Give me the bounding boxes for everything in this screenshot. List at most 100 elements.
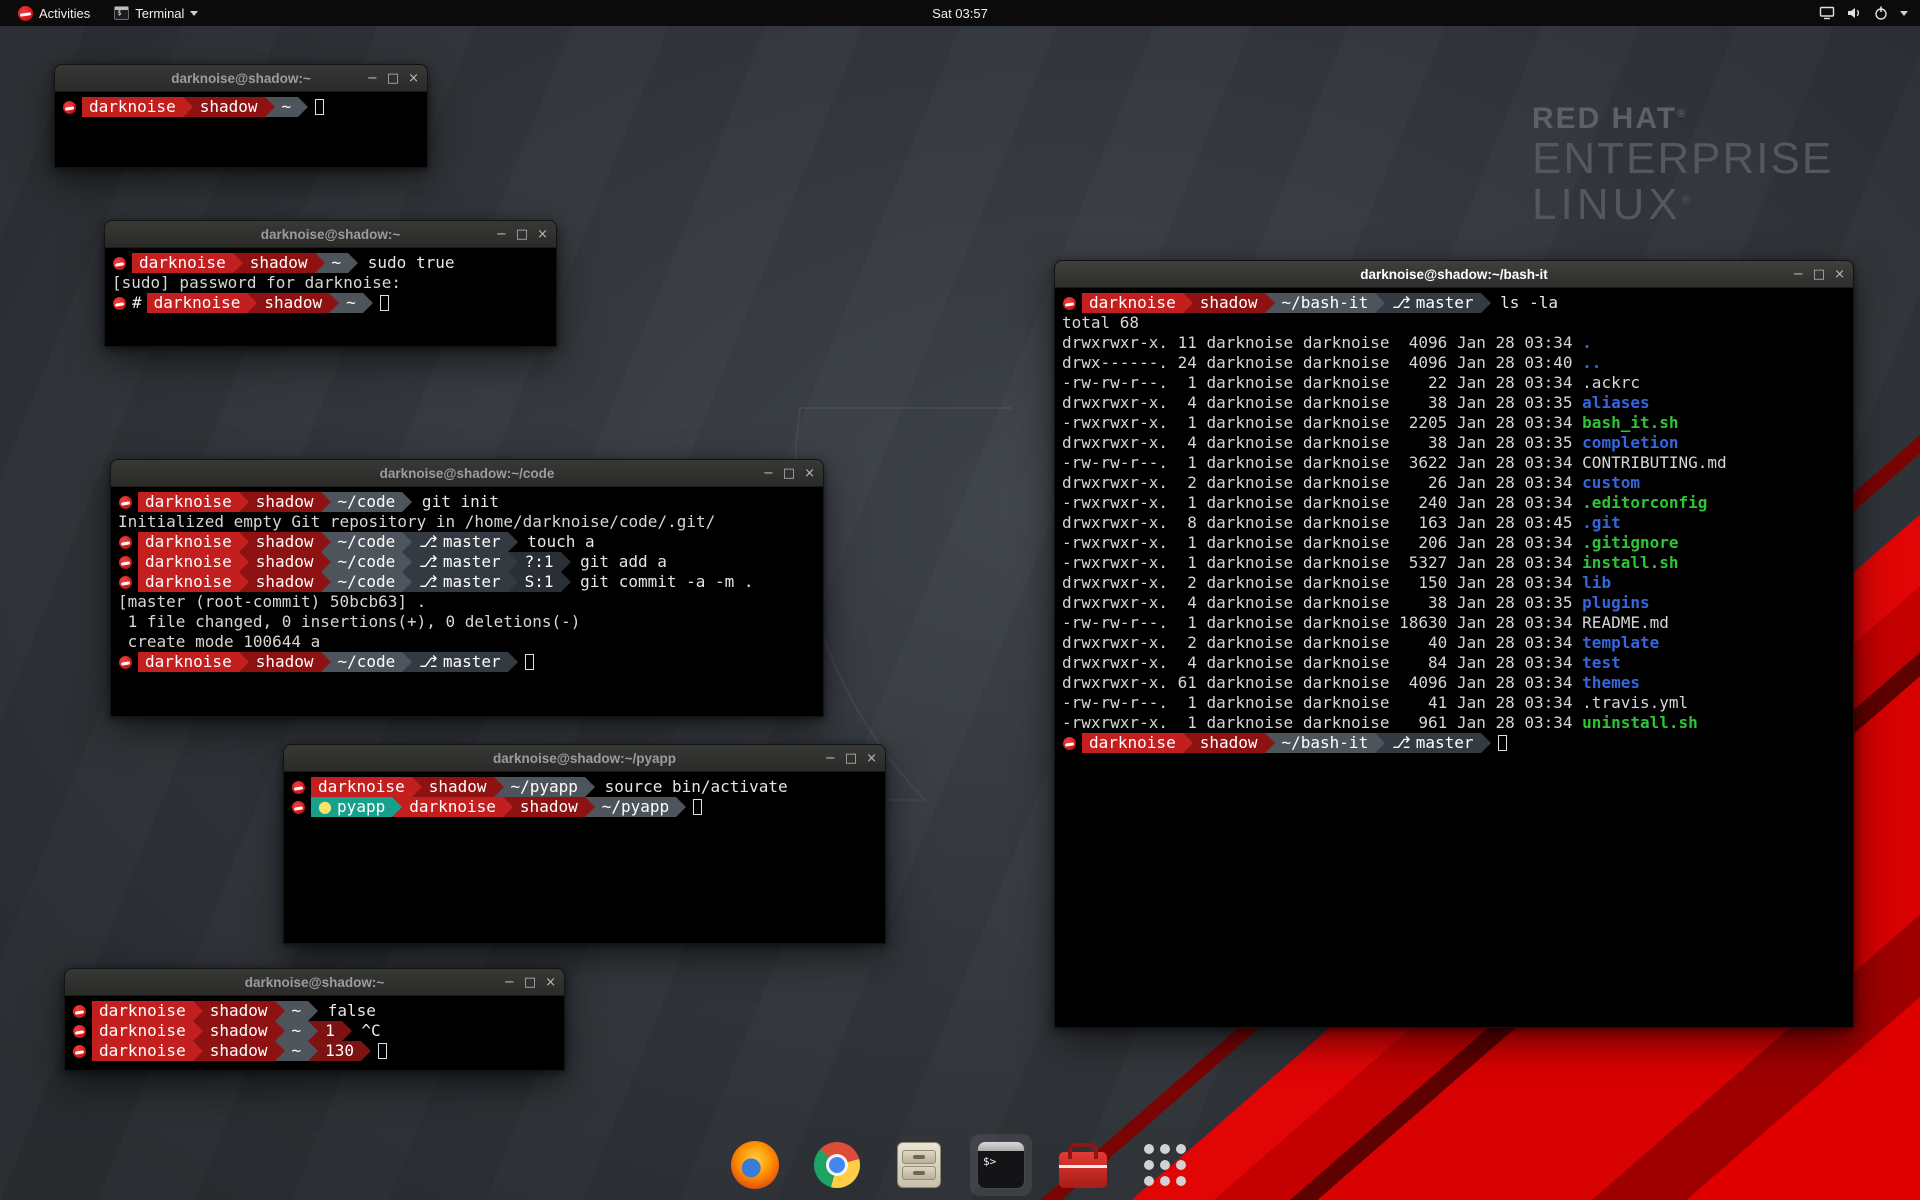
prompt-line: darknoiseshadow~/code⎇ masterS:1 git com… xyxy=(118,572,823,592)
dock-item-chrome[interactable] xyxy=(806,1134,868,1196)
close-button[interactable]: × xyxy=(545,976,556,989)
file-name: .git xyxy=(1582,513,1621,533)
display-icon xyxy=(1819,5,1835,21)
prompt-segment-path: ~/code xyxy=(331,492,403,512)
powerline-arrow xyxy=(585,797,595,817)
prompt-segment-user: darknoise xyxy=(402,797,503,817)
prompt-segment-host: shadow xyxy=(249,552,321,572)
redhat-prompt-icon xyxy=(1063,737,1076,750)
file-name: .gitignore xyxy=(1582,533,1678,553)
file-name: .travis.yml xyxy=(1582,693,1688,713)
dock-item-show-applications[interactable] xyxy=(1134,1134,1196,1196)
prompt-line: darknoiseshadow~1 ^C xyxy=(72,1021,564,1041)
rhel-logo-line1: RED HAT® xyxy=(1532,102,1833,136)
powerline-arrow xyxy=(275,1041,285,1061)
maximize-button[interactable]: □ xyxy=(783,467,795,480)
powerline-arrow xyxy=(239,572,249,592)
prompt-segment-user: darknoise xyxy=(138,652,239,672)
minimize-button[interactable]: − xyxy=(367,72,378,85)
powerline-arrow xyxy=(315,253,325,273)
clock[interactable]: Sat 03:57 xyxy=(922,0,998,26)
terminal-window: darknoise@shadow:~ − □ × darknoiseshadow… xyxy=(54,64,428,168)
close-button[interactable]: × xyxy=(408,72,419,85)
close-button[interactable]: × xyxy=(866,752,877,765)
rhel-logo-line3: LINUX® xyxy=(1532,182,1833,228)
close-button[interactable]: × xyxy=(537,228,548,241)
terminal-content[interactable]: darknoiseshadow~ falsedarknoiseshadow~1 … xyxy=(65,996,564,1061)
app-menu[interactable]: Terminal xyxy=(104,0,208,26)
prompt-segment-host: shadow xyxy=(249,492,321,512)
close-button[interactable]: × xyxy=(1834,268,1845,281)
file-name: completion xyxy=(1582,433,1678,453)
window-titlebar[interactable]: darknoise@shadow:~ − □ × xyxy=(105,221,556,248)
powerline-arrow xyxy=(402,492,412,512)
file-list-row: drwxrwxr-x. 8 darknoise darknoise 163 Ja… xyxy=(1062,513,1853,533)
powerline-arrow xyxy=(1375,733,1385,753)
window-titlebar[interactable]: darknoise@shadow:~ − □ × xyxy=(55,65,427,92)
prompt-segment-git: ⎇ master xyxy=(412,552,507,572)
prompt-segment-git: ⎇ master xyxy=(412,652,507,672)
terminal-content[interactable]: darknoiseshadow~/code git initInitialize… xyxy=(111,487,823,672)
powerline-arrow xyxy=(247,293,257,313)
powerline-arrow xyxy=(676,797,686,817)
minimize-button[interactable]: − xyxy=(825,752,836,765)
git-branch-icon: ⎇ xyxy=(419,532,443,551)
maximize-button[interactable]: □ xyxy=(387,72,399,85)
chrome-icon xyxy=(814,1142,860,1188)
prompt-segment-user: darknoise xyxy=(138,532,239,552)
prompt-segment-host: shadow xyxy=(249,652,321,672)
powerline-arrow xyxy=(275,1001,285,1021)
maximize-button[interactable]: □ xyxy=(845,752,857,765)
terminal-content[interactable]: darknoiseshadow~ xyxy=(55,92,427,117)
window-titlebar[interactable]: darknoise@shadow:~/pyapp − □ × xyxy=(284,745,885,772)
powerline-arrow xyxy=(321,492,331,512)
powerline-arrow xyxy=(1265,733,1275,753)
window-titlebar[interactable]: darknoise@shadow:~ − □ × xyxy=(65,969,564,996)
dock-item-files[interactable] xyxy=(888,1134,950,1196)
maximize-button[interactable]: □ xyxy=(524,976,536,989)
maximize-button[interactable]: □ xyxy=(1813,268,1825,281)
redhat-prompt-icon xyxy=(119,536,132,549)
powerline-arrow xyxy=(1375,293,1385,313)
powerline-arrow xyxy=(1183,293,1193,313)
powerline-arrow xyxy=(561,572,571,592)
file-name: aliases xyxy=(1582,393,1649,413)
redhat-prompt-icon xyxy=(119,656,132,669)
minimize-button[interactable]: − xyxy=(504,976,515,989)
close-button[interactable]: × xyxy=(804,467,815,480)
terminal-content[interactable]: darknoiseshadow~/pyapp source bin/activa… xyxy=(284,772,885,817)
powerline-arrow xyxy=(329,293,339,313)
file-list-row: -rwxrwxr-x. 1 darknoise darknoise 961 Ja… xyxy=(1062,713,1853,733)
powerline-arrow xyxy=(503,797,513,817)
file-list-row: drwxrwxr-x. 4 darknoise darknoise 38 Jan… xyxy=(1062,593,1853,613)
git-branch-icon: ⎇ xyxy=(1392,293,1416,312)
prompt-line: darknoiseshadow~/bash-it⎇ master xyxy=(1062,733,1853,753)
system-status-area[interactable] xyxy=(1807,0,1920,26)
prompt-segment-git: ⎇ master xyxy=(1385,733,1480,753)
terminal-content[interactable]: darknoiseshadow~ sudo true[sudo] passwor… xyxy=(105,248,556,313)
minimize-button[interactable]: − xyxy=(763,467,774,480)
redhat-prompt-icon xyxy=(292,781,305,794)
maximize-button[interactable]: □ xyxy=(516,228,528,241)
command-text: source bin/activate xyxy=(595,777,788,797)
prompt-segment-path: ~/code xyxy=(331,572,403,592)
minimize-button[interactable]: − xyxy=(496,228,507,241)
dock-item-terminal[interactable] xyxy=(970,1134,1032,1196)
minimize-button[interactable]: − xyxy=(1793,268,1804,281)
powerline-arrow xyxy=(508,652,518,672)
window-titlebar[interactable]: darknoise@shadow:~/bash-it − □ × xyxy=(1055,261,1853,288)
activities-button[interactable]: Activities xyxy=(8,0,100,26)
prompt-segment-host: shadow xyxy=(1193,293,1265,313)
prompt-line: darknoiseshadow~/code⎇ master?:1 git add… xyxy=(118,552,823,572)
window-titlebar[interactable]: darknoise@shadow:~/code − □ × xyxy=(111,460,823,487)
prompt-segment-path: ~/pyapp xyxy=(595,797,676,817)
powerline-arrow xyxy=(585,777,595,797)
dock-item-toolbox[interactable] xyxy=(1052,1134,1114,1196)
prompt-segment-user: darknoise xyxy=(92,1001,193,1021)
file-list-row: drwxrwxr-x. 4 darknoise darknoise 38 Jan… xyxy=(1062,393,1853,413)
dock-item-firefox[interactable] xyxy=(724,1134,786,1196)
terminal-content[interactable]: darknoiseshadow~/bash-it⎇ master ls -lat… xyxy=(1055,288,1853,753)
terminal-cursor xyxy=(378,1043,387,1059)
app-grid-icon xyxy=(1144,1144,1186,1186)
prompt-segment-user: darknoise xyxy=(132,253,233,273)
